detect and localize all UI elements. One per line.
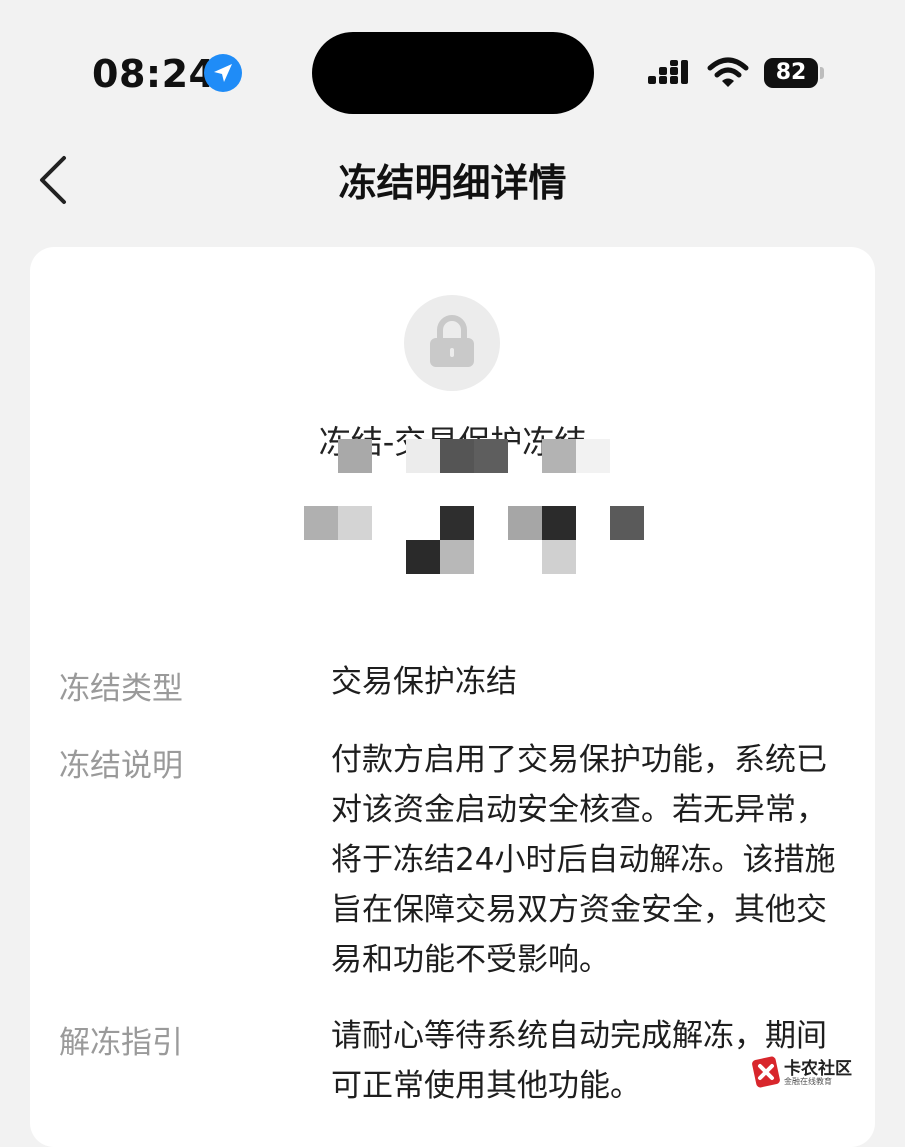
wifi-icon [707, 57, 749, 87]
status-time: 08:24 [92, 52, 216, 96]
mosaic-block [508, 506, 542, 540]
mosaic-block [440, 439, 474, 473]
mosaic-block [338, 506, 372, 540]
battery-icon: 82 [764, 58, 818, 88]
mosaic-block [440, 506, 474, 540]
detail-label-freeze-description: 冻结说明 [59, 748, 183, 784]
cellular-signal-icon [648, 60, 688, 84]
dynamic-island [312, 32, 594, 114]
lock-icon [404, 295, 500, 391]
watermark-logo-icon [752, 1056, 780, 1088]
watermark: 卡农社区 金融在线教育 [750, 1052, 860, 1094]
watermark-tagline: 金融在线教育 [784, 1077, 832, 1086]
detail-value-freeze-description: 付款方启用了交易保护功能，系统已对该资金启动安全核查。若无异常，将于冻结24小时… [331, 742, 836, 978]
mosaic-block [406, 540, 440, 574]
status-bar: 08:24 82 [0, 0, 905, 150]
detail-value-freeze-type: 交易保护冻结 [331, 664, 517, 700]
mosaic-block [610, 506, 644, 540]
mosaic-block [304, 506, 338, 540]
detail-label-freeze-type: 冻结类型 [59, 671, 183, 707]
location-arrow-icon [204, 54, 242, 92]
mosaic-block [542, 506, 576, 540]
freeze-detail-card: 冻结-交易保护冻结 冻结类型 交易保护冻结 冻结说明 付款方启用了交易保护功能，… [30, 247, 875, 1147]
mosaic-block [440, 540, 474, 574]
mosaic-block [474, 439, 508, 473]
mosaic-block [406, 439, 440, 473]
battery-tip [820, 67, 824, 79]
mosaic-block [542, 540, 576, 574]
mosaic-block [542, 439, 576, 473]
detail-label-unfreeze-guide: 解冻指引 [59, 1025, 183, 1061]
mosaic-block [576, 439, 610, 473]
page-title: 冻结明细详情 [338, 161, 567, 205]
mosaic-block [338, 439, 372, 473]
battery-level: 82 [775, 60, 807, 85]
